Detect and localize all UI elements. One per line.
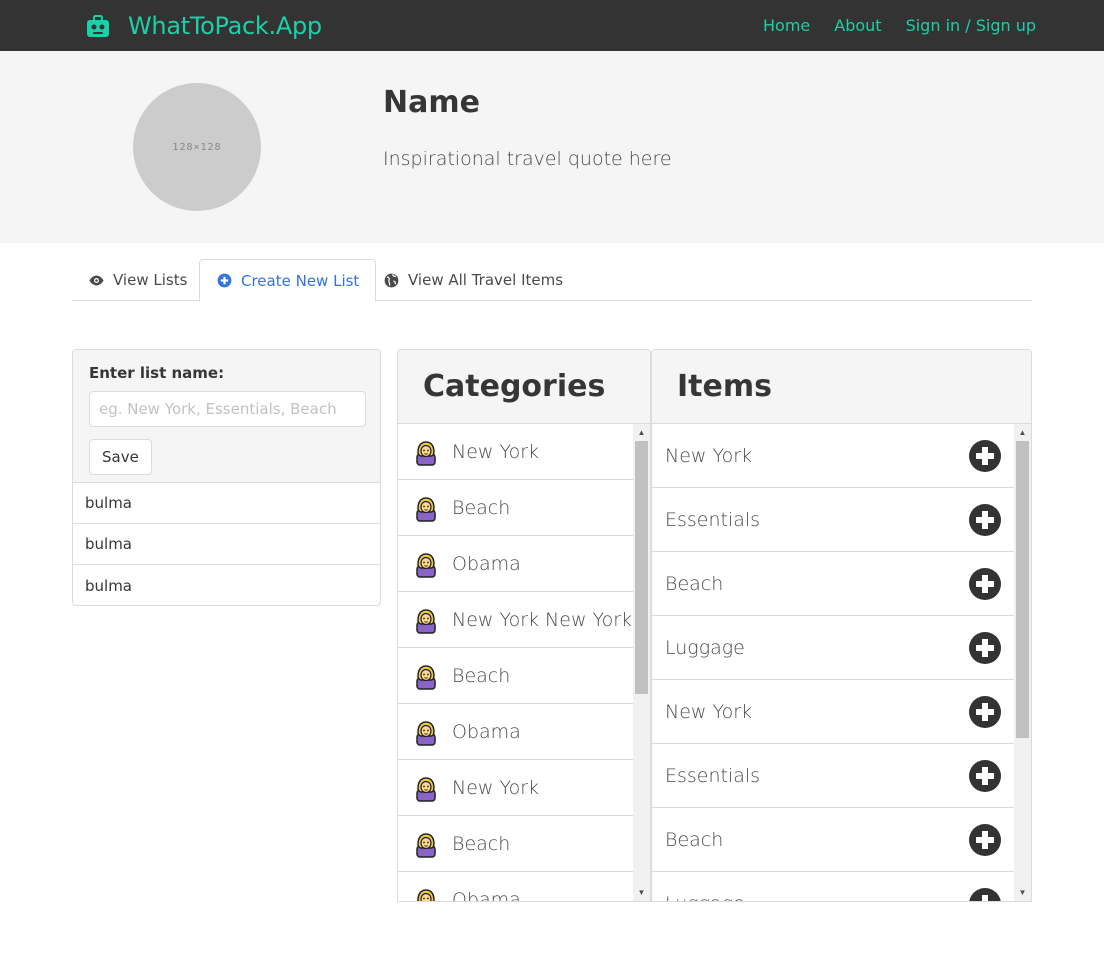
category-item[interactable]: Beach — [398, 816, 633, 872]
item-label: New York — [665, 444, 753, 467]
profile-hero: 128×128 Name Inspirational travel quote … — [0, 51, 1104, 243]
profile-quote: Inspirational travel quote here — [383, 148, 672, 170]
scroll-up-arrow-icon[interactable]: ▲ — [633, 424, 650, 441]
item-row: New York — [652, 680, 1014, 744]
item-label: Essentials — [665, 508, 761, 531]
save-button[interactable]: Save — [89, 439, 152, 475]
scroll-up-arrow-icon[interactable]: ▲ — [1014, 424, 1031, 441]
add-item-plus-icon[interactable] — [969, 567, 1001, 600]
category-label: Beach — [452, 832, 511, 855]
add-item-plus-icon[interactable] — [969, 503, 1001, 536]
category-label: Beach — [452, 496, 511, 519]
list-name-label: Enter list name: — [89, 364, 225, 382]
items-list: New York Essentials Beach Luggage New York Es… — [652, 424, 1014, 901]
list-name-input[interactable] — [89, 391, 366, 427]
profile-name: Name — [383, 85, 480, 120]
tab-view-all-travel-items[interactable]: View All Travel Items — [383, 259, 563, 301]
category-item[interactable]: New York — [398, 424, 633, 480]
item-row: New York — [652, 424, 1014, 488]
item-label: Essentials — [665, 764, 761, 787]
tab-label: View All Travel Items — [408, 271, 564, 289]
tab-label: Create New List — [241, 271, 360, 290]
category-label: Beach — [452, 664, 511, 687]
item-label: Beach — [665, 828, 724, 851]
woman-emoji-icon — [412, 718, 440, 746]
item-row: Beach — [652, 808, 1014, 872]
item-row: Essentials — [652, 488, 1014, 552]
tab-view-lists[interactable]: View Lists — [88, 259, 187, 301]
list-item[interactable]: bulma — [73, 524, 380, 565]
category-item[interactable]: Beach — [398, 648, 633, 704]
item-row: Luggage — [652, 872, 1014, 901]
woman-emoji-icon — [412, 662, 440, 690]
nav-link-about[interactable]: About — [834, 16, 881, 35]
category-label: Obama — [452, 720, 521, 743]
create-list-panel: Enter list name: Save bulma bulma bulma — [72, 349, 381, 606]
nav-link-home[interactable]: Home — [763, 16, 810, 35]
tab-create-new-list[interactable]: Create New List — [199, 259, 377, 302]
category-item[interactable]: New York New York — [398, 592, 633, 648]
plus-circle-icon — [216, 272, 233, 289]
create-list-form: Enter list name: Save — [73, 350, 380, 483]
add-item-plus-icon[interactable] — [969, 823, 1001, 856]
category-label: Obama — [452, 552, 521, 575]
category-item[interactable]: Obama — [398, 704, 633, 760]
category-item[interactable]: Obama — [398, 872, 633, 901]
woman-emoji-icon — [412, 606, 440, 634]
list-item[interactable]: bulma — [73, 483, 380, 524]
items-scroll-thumb[interactable] — [1016, 441, 1029, 738]
woman-emoji-icon — [412, 886, 440, 901]
category-label: Obama — [452, 888, 521, 902]
navbar: WhatToPack.App Home About Sign in / Sign… — [0, 0, 1104, 51]
categories-scroll-thumb[interactable] — [635, 441, 648, 694]
add-item-plus-icon[interactable] — [969, 631, 1001, 664]
item-label: Luggage — [665, 636, 745, 659]
items-heading: Items — [652, 350, 1031, 424]
list-item[interactable]: bulma — [73, 565, 380, 606]
add-item-plus-icon[interactable] — [969, 887, 1001, 901]
add-item-plus-icon[interactable] — [969, 439, 1001, 472]
tabs: View Lists Create New List View All Trav… — [72, 259, 1032, 302]
nav-links: Home About Sign in / Sign up — [739, 0, 1036, 51]
category-item[interactable]: Obama — [398, 536, 633, 592]
item-label: Beach — [665, 572, 724, 595]
category-item[interactable]: New York — [398, 760, 633, 816]
category-item[interactable]: Beach — [398, 480, 633, 536]
categories-list: New York Beach Obama New York New York Beach… — [398, 424, 633, 901]
item-row: Luggage — [652, 616, 1014, 680]
categories-scrollbar[interactable]: ▲ ▼ — [633, 424, 650, 901]
add-item-plus-icon[interactable] — [969, 695, 1001, 728]
woman-emoji-icon — [412, 494, 440, 522]
woman-emoji-icon — [412, 550, 440, 578]
item-label: Luggage — [665, 893, 745, 902]
items-panel: Items New York Essentials Beach Luggage New … — [651, 349, 1032, 902]
woman-emoji-icon — [412, 774, 440, 802]
item-row: Beach — [652, 552, 1014, 616]
brand-name: WhatToPack.App — [128, 12, 322, 40]
categories-panel: Categories New York Beach Obama New York Ne… — [397, 349, 651, 902]
eye-icon — [88, 272, 105, 289]
category-label: New York — [452, 440, 540, 463]
add-item-plus-icon[interactable] — [969, 759, 1001, 792]
category-label: New York — [452, 776, 540, 799]
suitcase-robot-icon — [87, 15, 109, 37]
tab-label: View Lists — [113, 271, 188, 289]
brand-logo-link[interactable]: WhatToPack.App — [86, 10, 322, 42]
item-label: New York — [665, 700, 753, 723]
nav-link-sign-in[interactable]: Sign in / Sign up — [906, 16, 1036, 35]
item-row: Essentials — [652, 744, 1014, 808]
scroll-down-arrow-icon[interactable]: ▼ — [1014, 884, 1031, 901]
globe-icon — [383, 272, 400, 289]
avatar-placeholder: 128×128 — [133, 83, 261, 211]
woman-emoji-icon — [412, 438, 440, 466]
categories-heading: Categories — [398, 350, 650, 424]
items-scrollbar[interactable]: ▲ ▼ — [1014, 424, 1031, 901]
scroll-down-arrow-icon[interactable]: ▼ — [633, 884, 650, 901]
category-label: New York New York — [452, 608, 633, 631]
woman-emoji-icon — [412, 830, 440, 858]
